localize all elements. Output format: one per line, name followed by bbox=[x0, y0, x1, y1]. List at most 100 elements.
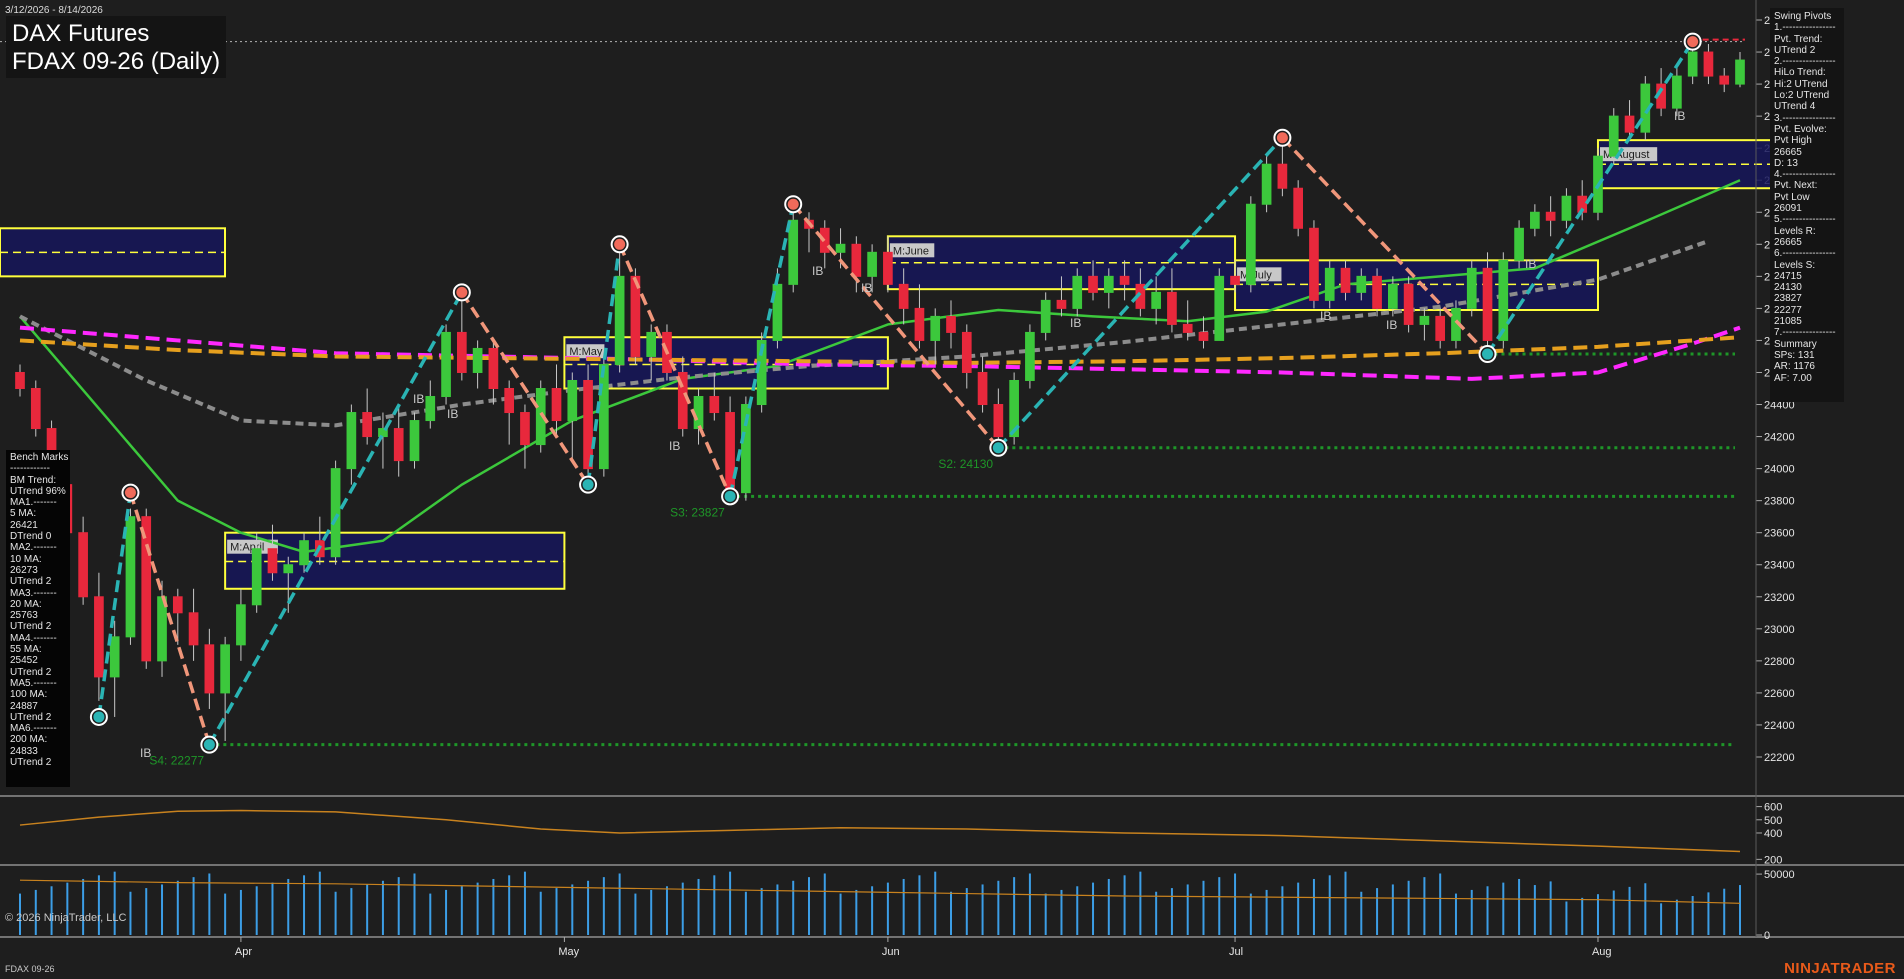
candle-body bbox=[835, 243, 846, 253]
bench-marks-line: DTrend 0 bbox=[10, 531, 52, 543]
bench-marks-line: MA5.------- bbox=[10, 677, 57, 689]
bench-marks-line: BM Trend: bbox=[10, 474, 57, 486]
instrument-symbol: FDAX 09-26 (Daily) bbox=[12, 48, 221, 75]
candle-body bbox=[709, 396, 720, 414]
monthly-box-label: M:June bbox=[893, 245, 929, 257]
candle-body bbox=[1340, 267, 1351, 293]
candle-body bbox=[441, 331, 451, 398]
bench-marks-line: 55 MA: bbox=[10, 644, 42, 656]
price-axis-label: 22800 bbox=[1764, 656, 1795, 668]
candle-body bbox=[567, 379, 578, 422]
bench-marks-line: 10 MA: bbox=[10, 553, 42, 565]
bench-marks-line: UTrend 96% bbox=[10, 485, 66, 497]
ib-annotation: IB bbox=[861, 281, 872, 295]
candle-body bbox=[1277, 163, 1288, 189]
ib-annotation: IB bbox=[812, 264, 823, 278]
ninjatrader-logo: NINJATRADER bbox=[1784, 960, 1896, 977]
candle-body bbox=[1182, 323, 1193, 333]
swing-pivots-line: D: 13 bbox=[1774, 157, 1798, 169]
candle-body bbox=[1388, 283, 1398, 309]
candle-body bbox=[646, 331, 657, 357]
candle-body bbox=[961, 331, 972, 373]
candle-body bbox=[1324, 267, 1335, 301]
swing-pivots-line: 24715 bbox=[1774, 270, 1802, 282]
swing-pivots-line: 23827 bbox=[1774, 293, 1802, 305]
price-axis-label: 23600 bbox=[1764, 528, 1795, 540]
swing-pivots-line: 26665 bbox=[1774, 146, 1802, 158]
candle-body bbox=[504, 388, 515, 414]
swing-pivots-line: 6.---------------- bbox=[1774, 248, 1836, 260]
candle-body bbox=[94, 596, 104, 678]
candle-body bbox=[898, 283, 909, 309]
bench-marks-line: Bench Marks bbox=[10, 452, 69, 463]
bench-marks-line: UTrend 2 bbox=[10, 757, 52, 769]
ib-annotation: IB bbox=[413, 392, 424, 406]
candle-body bbox=[488, 347, 499, 389]
candle-body bbox=[914, 307, 925, 341]
bench-marks-line: 5 MA: bbox=[10, 508, 37, 520]
swing-pivots-line: 26091 bbox=[1774, 203, 1802, 215]
candle-body bbox=[236, 604, 246, 646]
bench-marks-line: 24887 bbox=[10, 700, 38, 712]
swing-pivot-dot bbox=[1482, 348, 1494, 360]
swing-pivot-dot bbox=[456, 286, 468, 298]
swing-pivot-dot bbox=[724, 490, 736, 502]
candle-body bbox=[930, 315, 941, 341]
volume-axis-label: 0 bbox=[1764, 930, 1770, 942]
swing-pivots-line: Pvt. Next: bbox=[1774, 180, 1818, 192]
support-level-label: S4: 22277 bbox=[149, 754, 204, 768]
candle-body bbox=[1167, 291, 1177, 325]
swing-pivots-line: Levels R: bbox=[1774, 225, 1816, 237]
candle-body bbox=[977, 371, 988, 406]
oscillator-axis-label: 400 bbox=[1764, 828, 1782, 840]
swing-pivots-line: Pvt High bbox=[1774, 135, 1812, 147]
support-level-label: S2: 24130 bbox=[938, 457, 993, 471]
bench-marks-line: MA2.------- bbox=[10, 542, 57, 554]
bench-marks-line: MA4.------- bbox=[10, 632, 57, 644]
ib-annotation: IB bbox=[1674, 109, 1685, 123]
candle-body bbox=[1672, 75, 1682, 109]
candle-body bbox=[1309, 227, 1319, 301]
swing-pivot-dot bbox=[203, 739, 215, 751]
candle-body bbox=[867, 251, 877, 277]
copyright-notice: © 2026 NinjaTrader, LLC bbox=[5, 912, 127, 924]
swing-pivots-line: 3.---------------- bbox=[1774, 112, 1836, 124]
price-axis-label: 23000 bbox=[1764, 624, 1795, 636]
swing-pivots-line: 1.---------------- bbox=[1774, 22, 1836, 34]
candle-body bbox=[993, 404, 1004, 438]
candle-body bbox=[725, 412, 735, 494]
volume-axis-label: 50000 bbox=[1764, 869, 1795, 881]
candle-body bbox=[425, 396, 436, 422]
candle-body bbox=[614, 275, 625, 365]
price-axis-label: 24200 bbox=[1764, 432, 1795, 444]
swing-pivot-dot bbox=[614, 238, 626, 250]
candle-body bbox=[946, 315, 956, 333]
candle-body bbox=[883, 251, 893, 285]
candle-body bbox=[1293, 187, 1304, 229]
candle-body bbox=[1624, 115, 1635, 133]
bench-marks-line: 26421 bbox=[10, 519, 38, 531]
support-level-label: S3: 23827 bbox=[670, 505, 725, 519]
swing-pivots-line: UTrend 4 bbox=[1774, 101, 1816, 113]
price-axis-label: 22600 bbox=[1764, 688, 1795, 700]
price-axis-label: 22400 bbox=[1764, 720, 1795, 732]
oscillator-axis-label: 600 bbox=[1764, 802, 1782, 814]
candle-body bbox=[1419, 315, 1430, 325]
bench-marks-line: UTrend 2 bbox=[10, 576, 52, 588]
swing-pivot-dot bbox=[1276, 132, 1288, 144]
swing-pivots-line: UTrend 2 bbox=[1774, 44, 1816, 56]
candle-body bbox=[1608, 115, 1619, 157]
time-axis-label: Jul bbox=[1229, 946, 1243, 958]
candle-body bbox=[251, 548, 262, 606]
candle-body bbox=[1230, 275, 1240, 285]
swing-pivots-line: Hi:2 UTrend bbox=[1774, 78, 1828, 90]
candle-body bbox=[409, 420, 420, 462]
candle-body bbox=[1040, 299, 1051, 333]
candle-body bbox=[346, 412, 357, 470]
candle-body bbox=[1088, 275, 1098, 293]
bench-marks-line: UTrend 2 bbox=[10, 666, 52, 678]
swing-pivot-dot bbox=[1687, 36, 1699, 48]
candle-body bbox=[1498, 259, 1509, 341]
oscillator-axis-label: 500 bbox=[1764, 815, 1782, 827]
ib-annotation: IB bbox=[1525, 257, 1536, 271]
